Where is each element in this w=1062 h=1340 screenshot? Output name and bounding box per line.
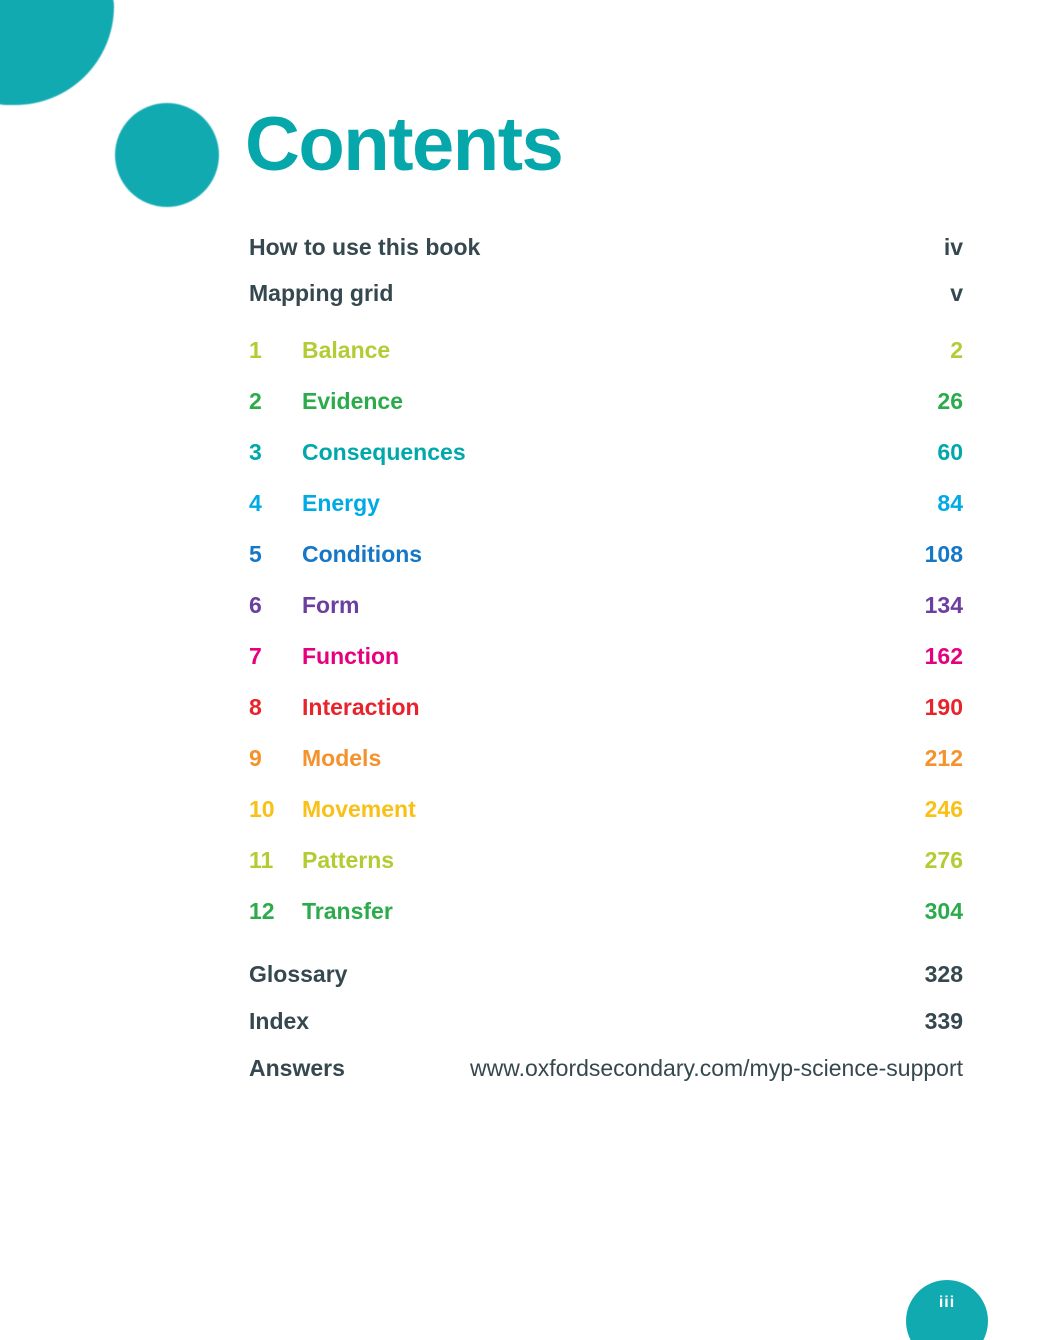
toc-entry-label: Movement: [302, 796, 416, 822]
toc-entry-label: Balance: [302, 337, 391, 363]
toc-row-chapter-3[interactable]: 3 Consequences 60: [249, 439, 963, 490]
toc-entry-label: Index: [249, 1008, 310, 1034]
page-title: Contents: [245, 102, 564, 187]
toc-entry-page: 84: [937, 490, 963, 516]
toc-row-chapter-9[interactable]: 9 Models 212: [249, 745, 963, 796]
toc-chapter-number: 7: [249, 643, 262, 669]
toc-chapter-number: 6: [249, 592, 262, 618]
toc-row-index[interactable]: Index 339: [249, 1008, 963, 1055]
toc-entry-page: 162: [924, 643, 963, 669]
toc-entry-page: 212: [924, 745, 963, 771]
toc-entry-label: Form: [302, 592, 360, 618]
toc-chapter-number: 10: [249, 796, 275, 822]
toc-row-glossary[interactable]: Glossary 328: [249, 961, 963, 1008]
toc-entry-label: Function: [302, 643, 400, 669]
toc-entry-page: 304: [924, 898, 963, 924]
toc-entry-label: Consequences: [302, 439, 466, 465]
toc-chapter-number: 1: [249, 337, 262, 363]
toc-row-chapter-1[interactable]: 1 Balance 2: [249, 337, 963, 388]
toc-chapter-number: 5: [249, 541, 262, 567]
toc-row-chapter-6[interactable]: 6 Form 134: [249, 592, 963, 643]
toc-entry-label: Answers: [249, 1055, 345, 1081]
toc-row-chapter-2[interactable]: 2 Evidence 26: [249, 388, 963, 439]
toc-entry-page: 26: [937, 388, 963, 414]
toc-entry-label: Evidence: [302, 388, 403, 414]
toc-entry-page: 328: [924, 961, 963, 987]
toc-row-mapping-grid[interactable]: Mapping grid v: [249, 280, 963, 326]
toc-entry-label: Glossary: [249, 961, 348, 987]
toc-entry-label: Transfer: [302, 898, 393, 924]
answers-url[interactable]: www.oxfordsecondary.com/myp-science-supp…: [345, 1055, 963, 1082]
toc-entry-label: Mapping grid: [249, 280, 394, 306]
toc-entry-page: 60: [937, 439, 963, 465]
toc-row-chapter-10[interactable]: 10 Movement 246: [249, 796, 963, 847]
toc-entry-label: Interaction: [302, 694, 420, 720]
toc-chapter-number: 3: [249, 439, 262, 465]
toc-entry-label: How to use this book: [249, 234, 481, 260]
toc-entry-page: iv: [943, 234, 963, 260]
decorative-circle-shape: [115, 103, 219, 207]
folio-number: iii: [938, 1294, 956, 1311]
toc-entry-label: Models: [302, 745, 382, 771]
toc-chapter-number: 8: [249, 694, 262, 720]
toc-entry-page: 134: [924, 592, 963, 618]
toc-row-chapter-7[interactable]: 7 Function 162: [249, 643, 963, 694]
toc-row-chapter-4[interactable]: 4 Energy 84: [249, 490, 963, 541]
toc-chapter-number: 11: [249, 847, 274, 873]
toc-entry-page: 276: [924, 847, 963, 873]
toc-entry-page: 190: [924, 694, 963, 720]
toc-row-chapter-11[interactable]: 11 Patterns 276: [249, 847, 963, 898]
toc-row-chapter-8[interactable]: 8 Interaction 190: [249, 694, 963, 745]
toc-entry-label: Patterns: [302, 847, 395, 873]
toc-row-how-to-use-this-book[interactable]: How to use this book iv: [249, 234, 963, 280]
toc-row-chapter-5[interactable]: 5 Conditions 108: [249, 541, 963, 592]
toc-chapter-number: 12: [249, 898, 275, 924]
toc-entry-page: v: [950, 280, 963, 306]
toc-chapter-number: 9: [249, 745, 262, 771]
contents-page: Contents How to use this book iv Mapping…: [0, 0, 1062, 1340]
toc-row-chapter-12[interactable]: 12 Transfer 304: [249, 898, 963, 949]
toc-entry-label: Conditions: [302, 541, 423, 567]
toc-chapter-number: 2: [249, 388, 262, 414]
toc-entry-page: 2: [950, 337, 963, 363]
toc-row-answers[interactable]: Answers www.oxfordsecondary.com/myp-scie…: [249, 1055, 963, 1102]
toc-entry-label: Energy: [302, 490, 380, 516]
decorative-wedge-shape: [0, 0, 114, 105]
toc-entry-page: 108: [924, 541, 963, 567]
table-of-contents: How to use this book iv Mapping grid v 1…: [249, 234, 963, 1102]
toc-entry-page: 246: [924, 796, 963, 822]
toc-entry-page: 339: [924, 1008, 963, 1034]
toc-chapter-number: 4: [249, 490, 262, 516]
